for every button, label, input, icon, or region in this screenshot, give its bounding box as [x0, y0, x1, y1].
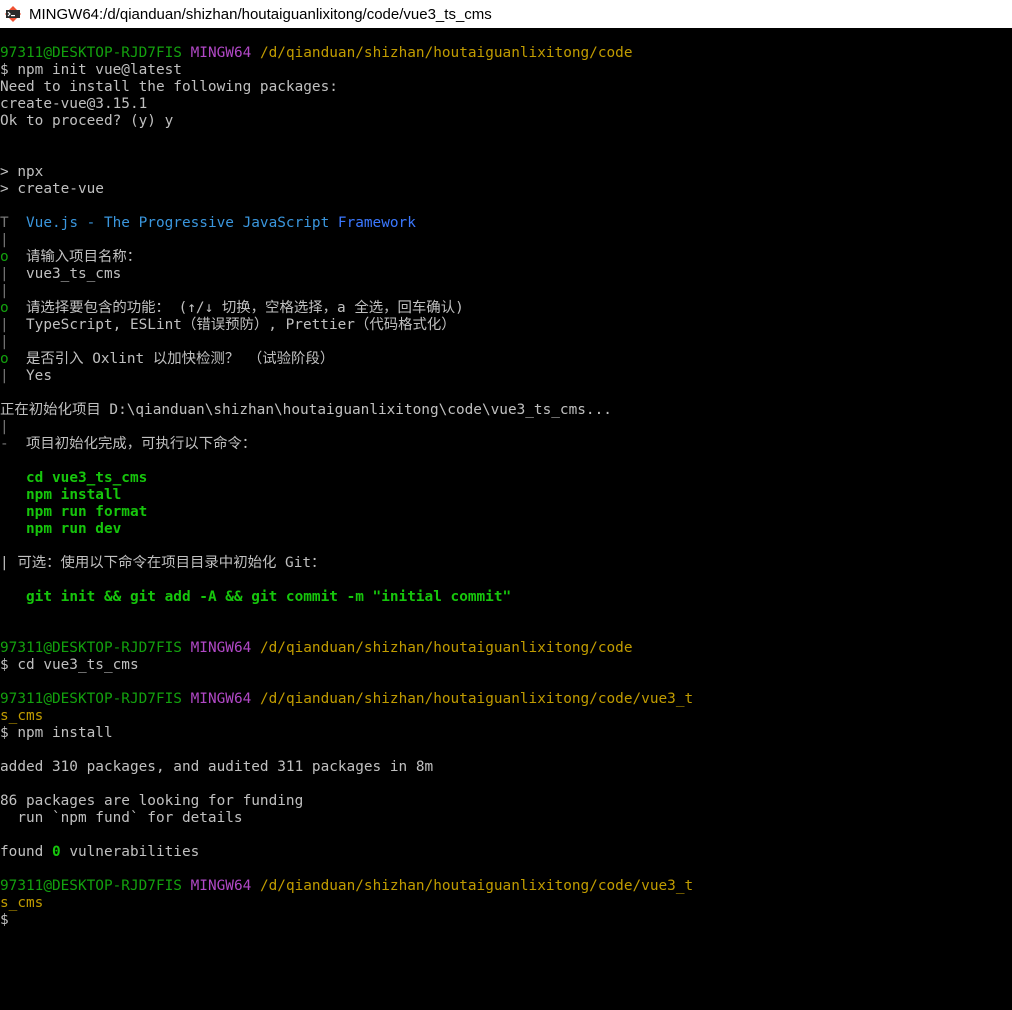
pipe-line: | — [0, 232, 9, 248]
prompt-path-wrap: s_cms — [0, 895, 44, 911]
pipe-line: | — [0, 419, 9, 435]
output-line: Need to install the following packages: — [0, 79, 338, 95]
prompt-path: /d/qianduan/shizhan/houtaiguanlixitong/c… — [259, 640, 633, 656]
bullet: o — [0, 249, 9, 265]
question-text: 是否引入 Oxlint 以加快检测？ （试验阶段） — [26, 351, 335, 367]
vuln-count: 0 — [51, 844, 61, 860]
output-line: 86 packages are looking for funding — [0, 793, 304, 809]
vuln-prefix: found — [0, 844, 52, 860]
optional-line: | 可选：使用以下命令在项目目录中初始化 Git： — [0, 555, 326, 571]
prompt-path: /d/qianduan/shizhan/houtaiguanlixitong/c… — [259, 878, 694, 894]
done-dash: - — [0, 436, 9, 452]
done-line: - 项目初始化完成，可执行以下命令： — [0, 436, 1012, 453]
pipe: | — [0, 266, 9, 282]
answer-text: Yes — [26, 368, 52, 384]
output-line: added 310 packages, and audited 311 pack… — [0, 759, 434, 775]
prompt-user: 97311@DESKTOP-RJD7FIS — [0, 640, 182, 656]
next-command: npm install — [0, 487, 1012, 504]
prompt-line: 97311@DESKTOP-RJD7FIS MINGW64 /d/qiandua… — [0, 691, 1012, 708]
prompt-user: 97311@DESKTOP-RJD7FIS — [0, 878, 182, 894]
prompt-env: MINGW64 — [190, 691, 252, 707]
next-command-text: npm run format — [26, 504, 148, 520]
pipe-line: | — [0, 283, 9, 299]
answer-line: | Yes — [0, 368, 1012, 385]
next-command-text: npm run dev — [26, 521, 122, 537]
prompt-line: 97311@DESKTOP-RJD7FIS MINGW64 /d/qiandua… — [0, 45, 1012, 62]
prompt-user: 97311@DESKTOP-RJD7FIS — [0, 691, 182, 707]
answer-line: | TypeScript, ESLint（错误预防）, Prettier（代码格… — [0, 317, 1012, 334]
prompt-line: 97311@DESKTOP-RJD7FIS MINGW64 /d/qiandua… — [0, 878, 1012, 895]
git-bash-icon — [4, 5, 22, 23]
question-line: o 请选择要包含的功能： (↑/↓ 切换，空格选择，a 全选，回车确认) — [0, 300, 1012, 317]
next-command-text: cd vue3_ts_cms — [26, 470, 148, 486]
window-title: MINGW64:/d/qianduan/shizhan/houtaiguanli… — [29, 5, 492, 23]
pipe: | — [0, 317, 9, 333]
vue-banner: T Vue.js - The Progressive JavaScript Fr… — [0, 215, 1012, 232]
next-command-text: npm install — [26, 487, 122, 503]
prompt-line: 97311@DESKTOP-RJD7FIS MINGW64 /d/qiandua… — [0, 640, 1012, 657]
pipe-line: | — [0, 334, 9, 350]
output-line: run `npm fund` for details — [0, 810, 243, 826]
answer-line: | vue3_ts_cms — [0, 266, 1012, 283]
bullet: o — [0, 300, 9, 316]
question-text: 请输入项目名称： — [26, 249, 142, 265]
terminal-output[interactable]: 97311@DESKTOP-RJD7FIS MINGW64 /d/qiandua… — [0, 28, 1012, 1010]
next-command: cd vue3_ts_cms — [0, 470, 1012, 487]
question-line: o 是否引入 Oxlint 以加快检测？ （试验阶段） — [0, 351, 1012, 368]
next-command: npm run dev — [0, 521, 1012, 538]
command-line: $ npm install — [0, 725, 113, 741]
output-line: Ok to proceed? (y) y — [0, 113, 174, 129]
bullet: o — [0, 351, 9, 367]
banner-title-framework: Framework — [337, 215, 416, 231]
question-line: o 请输入项目名称： — [0, 249, 1012, 266]
vulnerabilities-line: found 0 vulnerabilities — [0, 844, 1012, 861]
prompt-user: 97311@DESKTOP-RJD7FIS — [0, 45, 182, 61]
output-line: > npx — [0, 164, 44, 180]
window-titlebar: MINGW64:/d/qianduan/shizhan/houtaiguanli… — [0, 0, 1012, 28]
prompt-path: /d/qianduan/shizhan/houtaiguanlixitong/c… — [259, 45, 633, 61]
question-text: 请选择要包含的功能： (↑/↓ 切换，空格选择，a 全选，回车确认) — [26, 300, 464, 316]
prompt-env: MINGW64 — [190, 45, 252, 61]
answer-text: TypeScript, ESLint（错误预防）, Prettier（代码格式化… — [26, 317, 456, 333]
done-text: 项目初始化完成，可执行以下命令： — [26, 436, 257, 452]
banner-bar: T — [0, 215, 9, 231]
prompt-path-wrap: s_cms — [0, 708, 44, 724]
prompt-env: MINGW64 — [190, 878, 252, 894]
active-prompt[interactable]: $ — [0, 912, 1012, 929]
output-line: > create-vue — [0, 181, 104, 197]
banner-title: Vue.js - The Progressive JavaScript — [26, 215, 338, 231]
git-command-text: git init && git add -A && git commit -m … — [26, 589, 512, 605]
prompt-env: MINGW64 — [190, 640, 252, 656]
command-line: $ npm init vue@latest — [0, 62, 182, 78]
vuln-suffix: vulnerabilities — [60, 844, 200, 860]
command-line: $ cd vue3_ts_cms — [0, 657, 139, 673]
prompt-path: /d/qianduan/shizhan/houtaiguanlixitong/c… — [259, 691, 694, 707]
git-command: git init && git add -A && git commit -m … — [0, 589, 1012, 606]
pipe: | — [0, 368, 9, 384]
output-line: create-vue@3.15.1 — [0, 96, 148, 112]
next-command: npm run format — [0, 504, 1012, 521]
answer-text: vue3_ts_cms — [26, 266, 122, 282]
init-line: 正在初始化项目 D:\qianduan\shizhan\houtaiguanli… — [0, 402, 612, 418]
